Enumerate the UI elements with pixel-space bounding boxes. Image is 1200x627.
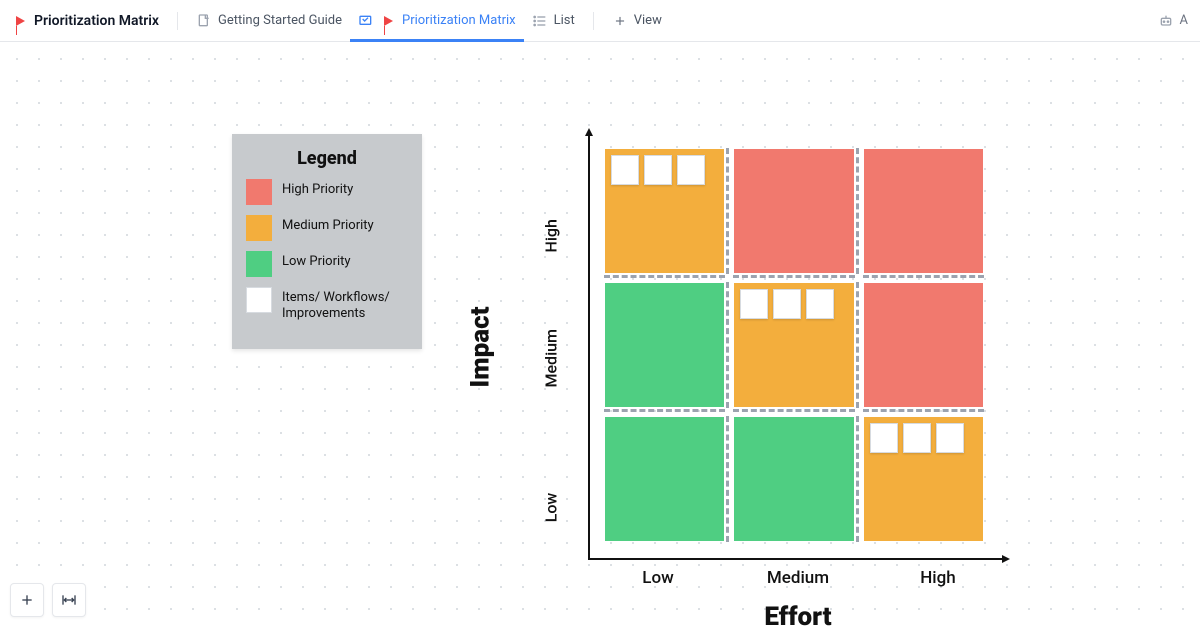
y-tick-low: Low	[542, 493, 561, 523]
flag-icon	[380, 13, 396, 29]
fit-width-icon	[61, 592, 77, 608]
whiteboard-icon	[358, 13, 374, 29]
item-card[interactable]	[806, 289, 834, 319]
x-axis-ticks: Low Medium High	[588, 564, 1008, 588]
swatch-low-priority	[246, 251, 272, 277]
prioritization-matrix[interactable]: Impact High Medium Low	[466, 112, 1026, 627]
tab-getting-started[interactable]: Getting Started Guide	[188, 0, 350, 42]
cell-fill	[864, 283, 983, 407]
vertical-divider	[593, 12, 594, 30]
x-tick-medium: Medium	[728, 564, 868, 588]
flag-icon	[12, 13, 28, 29]
y-axis-ticks: High Medium Low	[536, 148, 566, 540]
cell-impact-high-effort-low[interactable]	[600, 144, 729, 278]
item-card[interactable]	[677, 155, 705, 185]
item-cards	[870, 423, 964, 453]
matrix-grid	[600, 144, 988, 546]
vertical-divider	[177, 12, 178, 30]
x-tick-low: Low	[588, 564, 728, 588]
fit-width-button[interactable]	[52, 583, 86, 617]
item-card[interactable]	[936, 423, 964, 453]
cell-impact-low-effort-high[interactable]	[859, 412, 988, 546]
legend-entry-low: Low Priority	[246, 251, 408, 277]
y-tick-medium: Medium	[542, 358, 561, 388]
legend-card[interactable]: Legend High Priority Medium Priority Low…	[232, 134, 422, 349]
tab-label: Getting Started Guide	[218, 13, 342, 28]
x-tick-high: High	[868, 564, 1008, 588]
list-icon	[532, 13, 548, 29]
item-cards	[740, 289, 834, 319]
cell-fill	[864, 149, 983, 273]
cell-impact-high-effort-medium[interactable]	[729, 144, 858, 278]
legend-label: Low Priority	[282, 251, 351, 270]
doc-icon	[196, 13, 212, 29]
swatch-medium-priority	[246, 215, 272, 241]
legend-label: High Priority	[282, 179, 353, 198]
cell-impact-medium-effort-medium[interactable]	[729, 278, 858, 412]
tab-label: Prioritization Matrix	[402, 13, 516, 28]
tab-prioritization-matrix[interactable]: Prioritization Matrix	[350, 0, 524, 42]
top-tab-bar: Prioritization Matrix Getting Started Gu…	[0, 0, 1200, 42]
legend-title: Legend	[246, 148, 408, 169]
legend-label: Medium Priority	[282, 215, 374, 234]
item-cards	[611, 155, 705, 185]
item-card[interactable]	[611, 155, 639, 185]
cell-impact-high-effort-high[interactable]	[859, 144, 988, 278]
y-tick-high: High	[542, 223, 561, 253]
cell-impact-medium-effort-high[interactable]	[859, 278, 988, 412]
legend-entry-medium: Medium Priority	[246, 215, 408, 241]
item-card[interactable]	[644, 155, 672, 185]
matrix-chart-area	[588, 130, 1008, 560]
cell-impact-medium-effort-low[interactable]	[600, 278, 729, 412]
swatch-item	[246, 287, 272, 313]
add-view-label: View	[634, 13, 662, 28]
cell-fill	[734, 417, 853, 541]
swatch-high-priority	[246, 179, 272, 205]
x-axis-title: Effort	[588, 602, 1008, 627]
cell-fill	[605, 283, 724, 407]
item-card[interactable]	[903, 423, 931, 453]
cell-fill	[605, 417, 724, 541]
y-axis-line	[588, 130, 590, 560]
legend-label: Items/ Workflows/ Improvements	[282, 287, 408, 323]
tab-label: List	[554, 13, 575, 28]
x-axis-line	[588, 558, 1008, 560]
robot-icon[interactable]	[1158, 13, 1174, 29]
plus-icon	[19, 592, 35, 608]
page-title: Prioritization Matrix	[34, 13, 159, 29]
canvas-toolbar	[10, 583, 86, 617]
page-title-group: Prioritization Matrix	[12, 13, 167, 29]
legend-entry-items: Items/ Workflows/ Improvements	[246, 287, 408, 323]
y-axis-title: Impact	[466, 162, 496, 532]
cell-fill	[734, 149, 853, 273]
plus-icon	[612, 13, 628, 29]
whiteboard-canvas[interactable]: Legend High Priority Medium Priority Low…	[0, 42, 1200, 627]
item-card[interactable]	[740, 289, 768, 319]
cell-impact-low-effort-low[interactable]	[600, 412, 729, 546]
cell-impact-low-effort-medium[interactable]	[729, 412, 858, 546]
tab-list[interactable]: List	[524, 0, 583, 42]
item-card[interactable]	[870, 423, 898, 453]
add-view-button[interactable]: View	[604, 0, 670, 42]
legend-entry-high: High Priority	[246, 179, 408, 205]
topbar-right-label: A	[1180, 13, 1188, 28]
add-button[interactable]	[10, 583, 44, 617]
topbar-right: A	[1158, 13, 1188, 29]
item-card[interactable]	[773, 289, 801, 319]
